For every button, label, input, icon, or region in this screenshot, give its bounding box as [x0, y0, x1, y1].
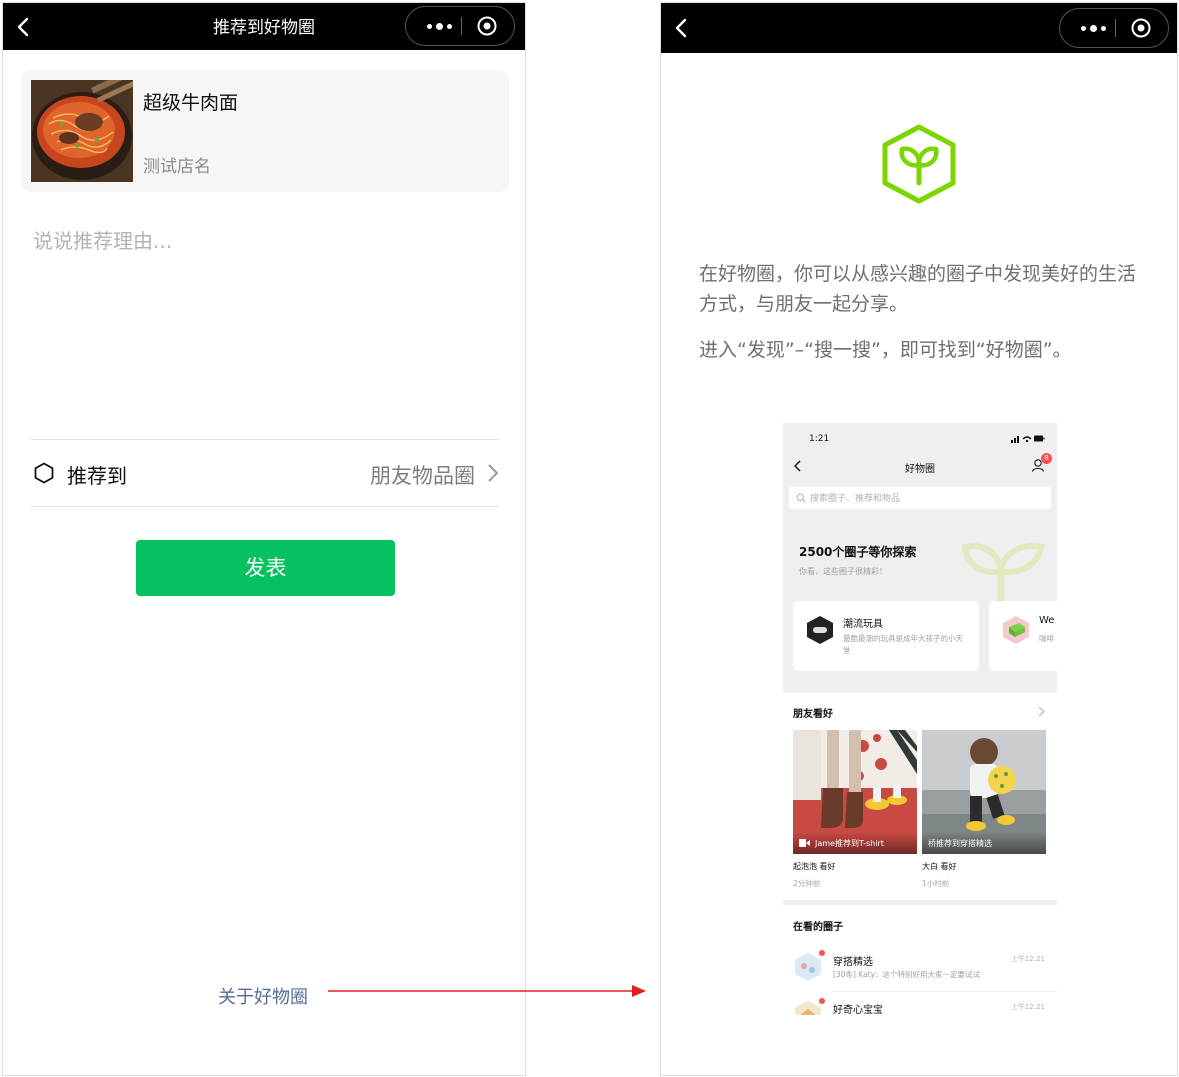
card-name: We — [1039, 615, 1055, 626]
more-icon[interactable] — [418, 7, 460, 45]
preview-search-bar: 搜索圈子、推荐和物品 — [789, 487, 1051, 509]
product-card[interactable]: 超级牛肉面 测试店名 — [21, 70, 509, 192]
fashion-circle-icon — [795, 953, 821, 981]
photo-caption: Jame推荐到T-shirt — [815, 839, 884, 848]
circle-time: 上午12:21 — [1010, 1003, 1045, 1011]
watching-section-title: 在看的圈子 — [793, 922, 843, 933]
capsule-divider — [461, 17, 462, 35]
unread-dot — [819, 998, 825, 1004]
preview-title: 好物圈 — [905, 464, 935, 475]
coffee-circle-icon — [1003, 616, 1029, 644]
photo-author: 大白 看好 — [922, 862, 957, 871]
chevron-right-icon — [1038, 706, 1045, 717]
circle-card: 潮流玩具 最酷最潮的玩具是成年大孩子的小天堂 — [793, 601, 979, 671]
photo-time: 1小时前 — [922, 879, 950, 888]
about-screen: 在好物圈，你可以从感兴趣的圈子中发现美好的生活方式，与朋友一起分享。 进入“发现… — [660, 2, 1178, 1076]
video-icon — [799, 839, 810, 847]
close-miniprogram-icon[interactable] — [476, 15, 498, 37]
back-arrow-icon[interactable] — [671, 17, 693, 39]
search-placeholder: 搜索圈子、推荐和物品 — [810, 494, 901, 504]
section-divider — [783, 900, 1057, 905]
notification-badge: 8 — [1041, 453, 1052, 464]
circle-row: 穿搭精选 [30条] Katy：这个特别好用大家一定要试试 上午12:21 — [783, 948, 1057, 992]
product-name: 超级牛肉面 — [143, 92, 239, 114]
divider-bottom — [31, 506, 499, 507]
nav-bar: 推荐到好物圈 — [3, 3, 525, 50]
haowuquan-preview: 1:21 好物圈 8 搜索圈子、推荐和物品 2500个圈子等你探索 你看，这些圈… — [783, 423, 1057, 1015]
unread-dot — [819, 950, 825, 956]
close-miniprogram-icon[interactable] — [1130, 17, 1152, 39]
recommend-label: 推荐到 — [67, 464, 127, 488]
flow-arrow-icon — [328, 985, 646, 997]
hero-subtitle: 你看，这些圈子很精彩！ — [799, 567, 887, 576]
recommend-target-row[interactable]: 推荐到 朋友物品圈 — [31, 439, 499, 507]
circle-row: 好奇心宝宝 上午12:21 — [783, 996, 1057, 1015]
row-divider — [833, 991, 1057, 992]
nav-bar-about — [661, 3, 1177, 53]
circle-name: 好奇心宝宝 — [833, 1005, 883, 1015]
menu-capsule — [405, 6, 515, 46]
feed-photo: 桥推荐到穿搭精选 — [922, 730, 1046, 854]
recommend-screen: 推荐到好物圈 超级牛肉面 测试店名 说说推荐理由... 推荐到 朋友物品圈 发表… — [2, 2, 526, 1076]
intro-paragraph: 在好物圈，你可以从感兴趣的圈子中发现美好的生活方式，与朋友一起分享。 — [699, 263, 1137, 315]
card-desc: 咖啡 — [1039, 634, 1054, 643]
circle-message: [30条] Katy：这个特别好用大家一定要试试 — [833, 970, 981, 979]
status-time: 1:21 — [809, 434, 830, 444]
recommend-value: 朋友物品圈 — [370, 464, 475, 488]
card-desc: 最酷最潮的玩具是成年大孩子的小天堂 — [843, 634, 963, 655]
intro-instruction: 进入“发现”–“搜一搜”，即可找到“好物圈”。 — [699, 339, 1072, 361]
feed-photo: Jame推荐到T-shirt — [793, 730, 917, 854]
status-icons — [1011, 435, 1045, 443]
photo-caption: 桥推荐到穿搭精选 — [928, 839, 992, 848]
hexagon-icon — [34, 462, 54, 484]
publish-button[interactable]: 发表 — [136, 540, 395, 596]
haowuquan-logo-icon — [882, 124, 956, 204]
card-name: 潮流玩具 — [843, 619, 883, 630]
circle-card: We 咖啡 — [989, 601, 1057, 671]
reason-input[interactable]: 说说推荐理由... — [33, 225, 172, 254]
photo-caption-bar: 桥推荐到穿搭精选 — [922, 832, 1046, 854]
shop-name: 测试店名 — [143, 157, 211, 177]
circle-time: 上午12:21 — [1010, 955, 1045, 963]
capsule-divider — [1115, 19, 1116, 37]
photo-caption-bar: Jame推荐到T-shirt — [793, 832, 917, 854]
photo-time: 2分钟前 — [793, 879, 821, 888]
about-haowuquan-link[interactable]: 关于好物圈 — [218, 983, 308, 1009]
sprout-icon — [961, 543, 1045, 603]
friends-section-title: 朋友看好 — [793, 709, 833, 720]
product-image — [31, 80, 133, 182]
toy-circle-icon — [807, 616, 833, 644]
circle-name: 穿搭精选 — [833, 957, 873, 968]
menu-capsule — [1059, 8, 1169, 48]
search-icon — [796, 493, 806, 503]
photo-author: 起泡泡 看好 — [793, 862, 836, 871]
chevron-right-icon — [488, 464, 499, 482]
more-icon[interactable] — [1072, 9, 1114, 47]
hero-title: 2500个圈子等你探索 — [799, 545, 917, 559]
